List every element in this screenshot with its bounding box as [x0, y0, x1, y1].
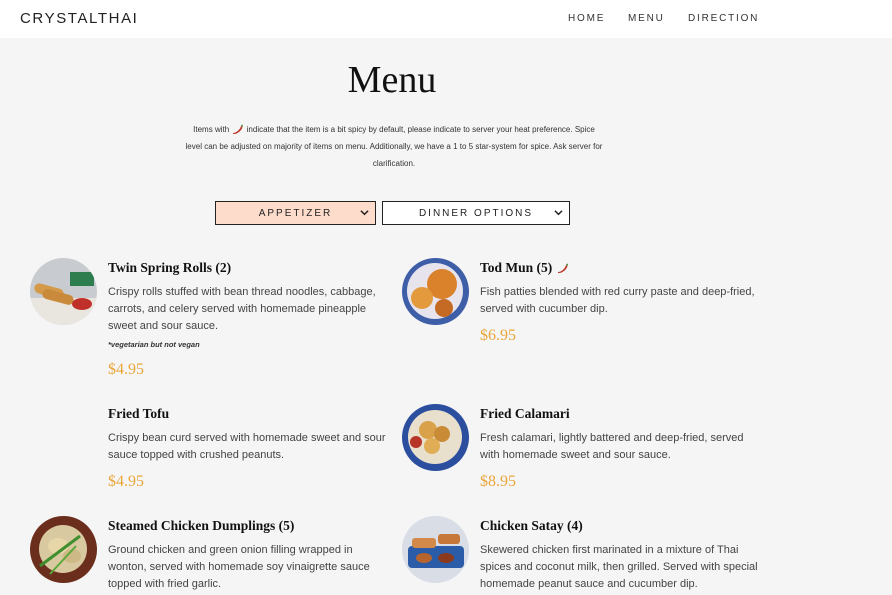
item-description: Fresh calamari, lightly battered and dee… — [480, 432, 744, 461]
item-description: Ground chicken and green onion filling w… — [108, 544, 370, 590]
item-description: Crispy rolls stuffed with bean thread no… — [108, 286, 376, 332]
item-description: Crispy bean curd served with homemade sw… — [108, 432, 386, 461]
item-name: Chicken Satay (4) — [480, 518, 583, 533]
nav-menu-link[interactable]: MENU — [628, 13, 665, 24]
item-name: Tod Mun (5) — [480, 260, 553, 275]
intro-text-after: indicate that the item is a bit spicy by… — [185, 125, 603, 168]
top-navbar: CRYSTALTHAI HOME MENU DIRECTION — [0, 0, 892, 38]
nav-direction-link[interactable]: DIRECTION — [688, 13, 759, 24]
item-name: Steamed Chicken Dumplings (5) — [108, 518, 295, 533]
page-title: Menu — [347, 59, 437, 101]
nav-home-link[interactable]: HOME — [568, 13, 605, 24]
dinner-options-select[interactable]: DINNER OPTIONS — [382, 201, 570, 225]
category-select[interactable]: APPETIZER — [215, 201, 376, 225]
item-price: $8.95 — [480, 473, 516, 490]
chili-pepper-icon — [233, 124, 244, 135]
item-price: $4.95 — [108, 361, 144, 378]
category-select-value: APPETIZER — [258, 207, 333, 219]
item-description: Fish patties blended with red curry past… — [480, 286, 755, 315]
chevron-down-icon — [360, 210, 369, 216]
item-price: $6.95 — [480, 327, 516, 344]
chevron-down-icon — [554, 210, 563, 216]
intro-text-before: Items with — [193, 125, 230, 134]
calamari-photo — [402, 404, 469, 471]
brand-logo[interactable]: CRYSTALTHAI — [20, 10, 138, 27]
spring-rolls-photo — [30, 258, 97, 325]
item-name: Fried Calamari — [480, 406, 570, 421]
dinner-options-select-value: DINNER OPTIONS — [418, 207, 534, 219]
item-name-row: Tod Mun (5) — [480, 260, 569, 276]
tod-mun-photo — [402, 258, 469, 325]
dumplings-photo — [30, 516, 97, 583]
chicken-satay-photo — [402, 516, 469, 583]
item-note: *vegetarian but not vegan — [108, 340, 200, 349]
item-description: Skewered chicken first marinated in a mi… — [480, 544, 758, 590]
item-name: Fried Tofu — [108, 406, 170, 421]
spice-intro: Items with indicate that the item is a b… — [184, 121, 604, 172]
item-price: $4.95 — [108, 473, 144, 490]
item-name: Twin Spring Rolls (2) — [108, 260, 232, 275]
chili-pepper-icon — [557, 263, 568, 274]
